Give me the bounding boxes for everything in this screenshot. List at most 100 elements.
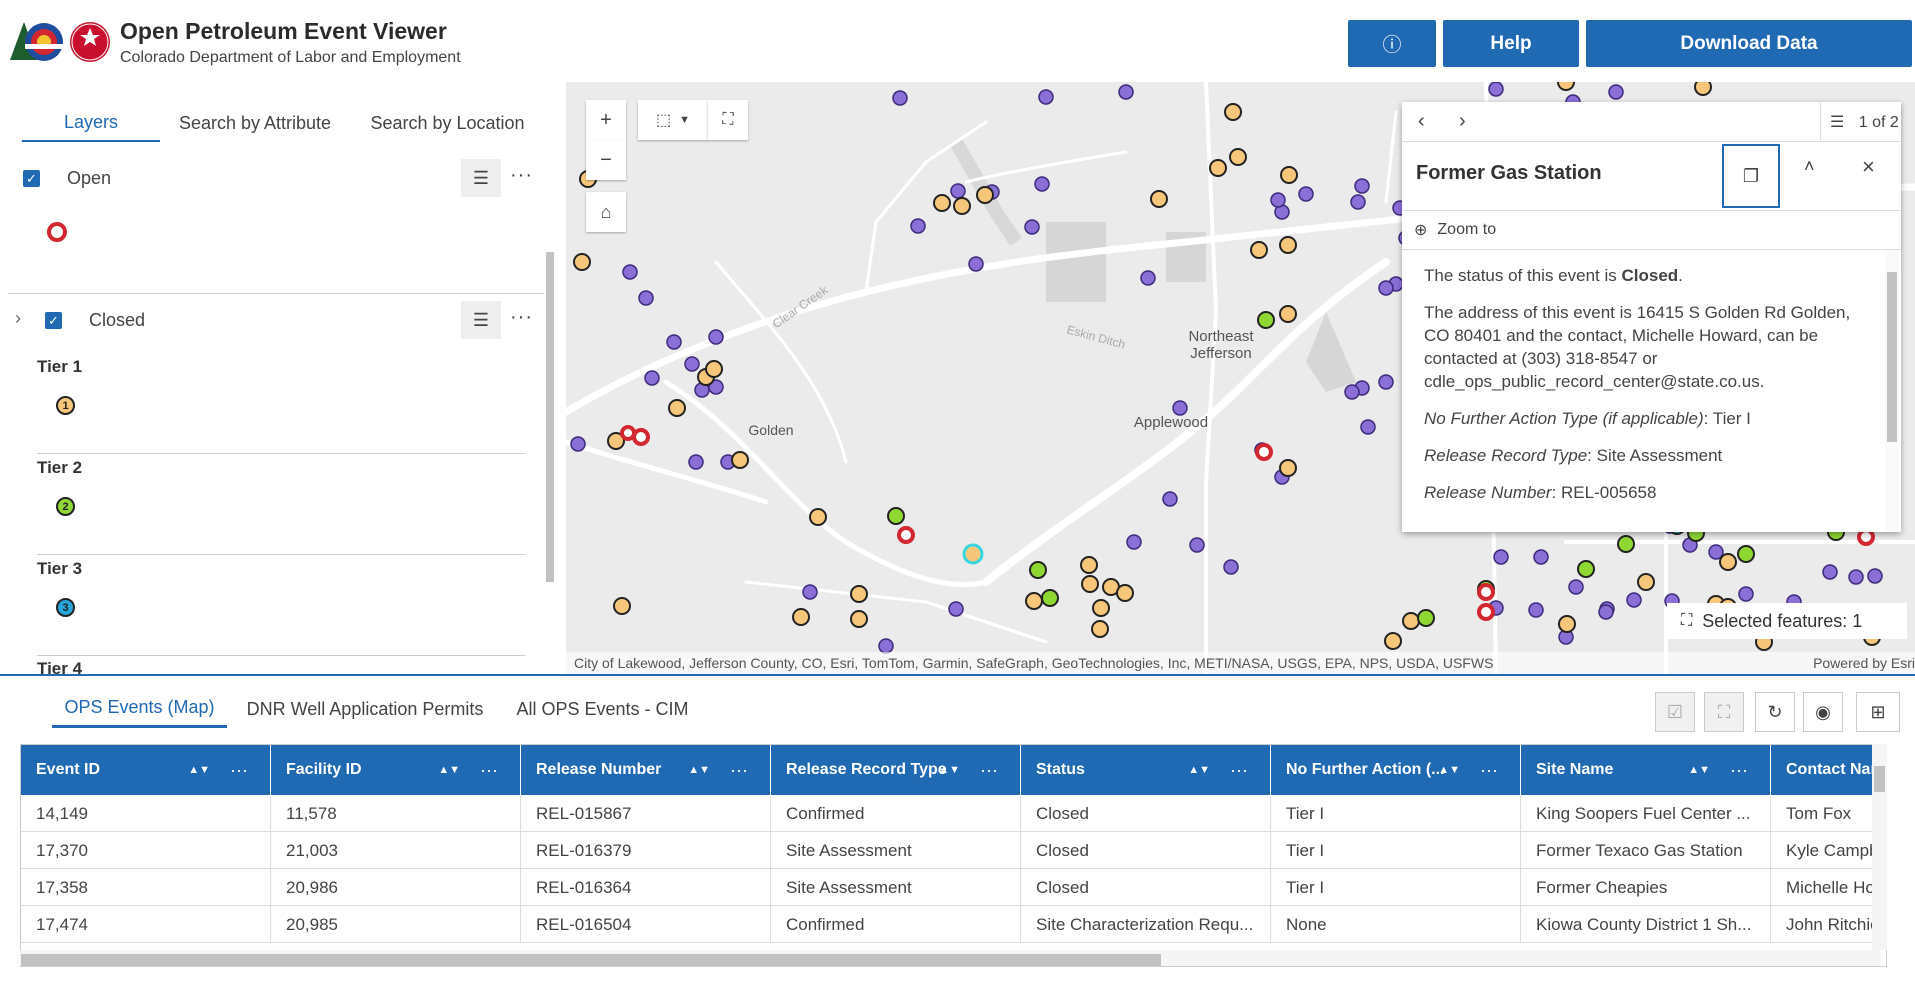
sort-icon[interactable]: ▲▼ — [688, 764, 710, 776]
cell-release-record-type: Site Assessment — [771, 869, 1021, 906]
refresh-button[interactable]: ↻ — [1755, 692, 1795, 732]
sort-icon[interactable]: ▲▼ — [1438, 764, 1460, 776]
table-row[interactable]: 17,474 20,985 REL-016504 Confirmed Site … — [21, 906, 1886, 943]
plus-icon: + — [600, 108, 612, 131]
next-feature-button[interactable]: › — [1459, 110, 1466, 133]
column-header-status[interactable]: Status ▲▼ ··· — [1021, 745, 1271, 795]
info-button[interactable]: ⓘ — [1348, 20, 1436, 67]
table-row[interactable]: 14,149 11,578 REL-015867 Confirmed Close… — [21, 795, 1886, 832]
column-header-site-name[interactable]: Site Name ▲▼ ··· — [1521, 745, 1771, 795]
map-selected-point[interactable] — [962, 543, 984, 565]
sort-icon[interactable]: ▲▼ — [188, 764, 210, 776]
sort-icon[interactable]: ▲▼ — [1188, 764, 1210, 776]
column-options-icon[interactable]: ··· — [1230, 760, 1248, 781]
zoom-to-button[interactable]: ⊕ Zoom to — [1402, 210, 1901, 250]
tab-layers[interactable]: Layers — [22, 104, 160, 142]
layer-open-legend-button[interactable]: ☰ — [461, 159, 501, 197]
home-button[interactable]: ⌂ — [586, 192, 626, 232]
previous-feature-button[interactable]: ‹ — [1418, 110, 1425, 133]
sort-icon[interactable]: ▲▼ — [1688, 764, 1710, 776]
layer-closed-options-button[interactable]: ··· — [510, 306, 533, 329]
collapse-popup-button[interactable]: ˄ — [1804, 156, 1815, 177]
cell-status: Site Characterization Requ... — [1021, 906, 1271, 943]
column-options-icon[interactable]: ··· — [980, 760, 998, 781]
cell-release-record-type: Confirmed — [771, 795, 1021, 832]
layer-closed-checkbox[interactable]: ✓ — [45, 312, 62, 329]
show-selected-button[interactable]: ☑ — [1655, 692, 1695, 732]
rn-label: Release Number — [1424, 483, 1552, 502]
sort-icon[interactable]: ▲▼ — [938, 764, 960, 776]
popup-scrollbar-thumb[interactable] — [1887, 272, 1897, 442]
info-icon: ⓘ — [1382, 35, 1402, 56]
column-options-icon[interactable]: ··· — [730, 760, 748, 781]
layer-closed: › ✓ Closed ☰ ··· — [0, 298, 545, 342]
help-button[interactable]: Help — [1443, 20, 1579, 67]
column-options-icon[interactable]: ··· — [480, 760, 498, 781]
panel-scrollbar-thumb[interactable] — [546, 252, 554, 582]
divider — [8, 293, 544, 294]
layer-open-label: Open — [67, 168, 112, 188]
tier-1-symbol: 1 — [56, 396, 75, 415]
rrt-label: Release Record Type — [1424, 446, 1588, 465]
divider — [37, 453, 525, 454]
status-value: Closed — [1621, 266, 1679, 285]
clear-selection-table-button[interactable]: ⛶ — [1704, 692, 1744, 732]
tab-ops-events-map[interactable]: OPS Events (Map) — [52, 690, 227, 728]
tab-search-by-attribute[interactable]: Search by Attribute — [165, 104, 345, 142]
cell-no-further-action: Tier I — [1271, 795, 1521, 832]
cell-release-number: REL-016504 — [521, 906, 771, 943]
attribute-table: Event ID ▲▼ ··· Facility ID ▲▼ ··· Release N… — [20, 744, 1887, 967]
feature-list-button[interactable]: ☰ 1 of 2 — [1830, 112, 1899, 132]
tab-all-ops-events-cim[interactable]: All OPS Events - CIM — [510, 690, 695, 728]
cell-contact-name: Tom Fox — [1786, 803, 1852, 823]
cell-release-record-type: Site Assessment — [771, 832, 1021, 869]
cell-release-number: REL-016379 — [521, 832, 771, 869]
layer-open-checkbox[interactable]: ✓ — [23, 170, 40, 187]
column-options-icon[interactable]: ··· — [1730, 760, 1748, 781]
column-header-event-id[interactable]: Event ID ▲▼ ··· — [21, 745, 271, 795]
cell-status: Closed — [1021, 795, 1271, 832]
zoom-out-button[interactable]: − — [586, 140, 626, 180]
zoom-to-label: Zoom to — [1437, 221, 1497, 238]
column-header-no-further-action[interactable]: No Further Action (... ▲▼ ··· — [1271, 745, 1521, 795]
divider — [37, 554, 525, 555]
layer-closed-legend-button[interactable]: ☰ — [461, 301, 501, 339]
select-tool-button[interactable]: ⬚ ▼ — [638, 100, 708, 140]
table-row[interactable]: 17,370 21,003 REL-016379 Site Assessment… — [21, 832, 1886, 869]
selected-features-button[interactable]: ⛶ Selected features: 1 — [1667, 603, 1907, 639]
layer-open-options-button[interactable]: ··· — [510, 164, 533, 187]
cell-site-name: Former Cheapies — [1521, 869, 1771, 906]
list-icon: ☰ — [472, 309, 490, 330]
zoom-in-button[interactable]: + — [586, 100, 626, 140]
table-vertical-scrollbar-thumb[interactable] — [1874, 766, 1885, 792]
feature-page-count: 1 of 2 — [1858, 114, 1899, 131]
chevron-right-icon[interactable]: › — [15, 308, 21, 329]
table-row[interactable]: 17,358 20,986 REL-016364 Site Assessment… — [21, 869, 1886, 906]
cdle-logo — [6, 18, 112, 66]
dock-icon: ❐ — [1742, 165, 1760, 186]
minus-icon: − — [600, 148, 612, 171]
dock-popup-button[interactable]: ❐ — [1722, 144, 1780, 208]
column-options-icon[interactable]: ··· — [1480, 760, 1498, 781]
column-header-contact-name[interactable]: Contact Nam — [1771, 745, 1886, 795]
column-header-release-number[interactable]: Release Number ▲▼ ··· — [521, 745, 771, 795]
download-data-button[interactable]: Download Data — [1586, 20, 1912, 67]
panel-tabs: Layers Search by Attribute Search by Loc… — [0, 104, 566, 142]
sort-icon[interactable]: ▲▼ — [438, 764, 460, 776]
zoom-in-icon: ⊕ — [1414, 222, 1428, 239]
column-options-icon[interactable]: ··· — [230, 760, 248, 781]
show-hide-columns-button[interactable]: ◉ — [1803, 692, 1843, 732]
list-icon: ☰ — [472, 167, 490, 188]
column-header-facility-id[interactable]: Facility ID ▲▼ ··· — [271, 745, 521, 795]
column-header-release-record-type[interactable]: Release Record Type ▲▼ ··· — [771, 745, 1021, 795]
layers-panel: Layers Search by Attribute Search by Loc… — [0, 82, 566, 674]
popup-nav: ‹ › ☰ 1 of 2 — [1402, 102, 1901, 142]
table-horizontal-scrollbar-thumb[interactable] — [21, 954, 1161, 966]
nfa-label: No Further Action Type (if applicable) — [1424, 409, 1704, 428]
powered-by-esri[interactable]: Powered by Esri — [1813, 652, 1915, 674]
tab-search-by-location[interactable]: Search by Location — [360, 104, 535, 142]
clear-selection-button[interactable]: ⛶ — [708, 100, 748, 140]
tab-dnr-well-application-permits[interactable]: DNR Well Application Permits — [240, 690, 490, 728]
table-options-button[interactable]: ⊞ — [1856, 692, 1900, 732]
close-popup-button[interactable]: × — [1862, 154, 1875, 180]
